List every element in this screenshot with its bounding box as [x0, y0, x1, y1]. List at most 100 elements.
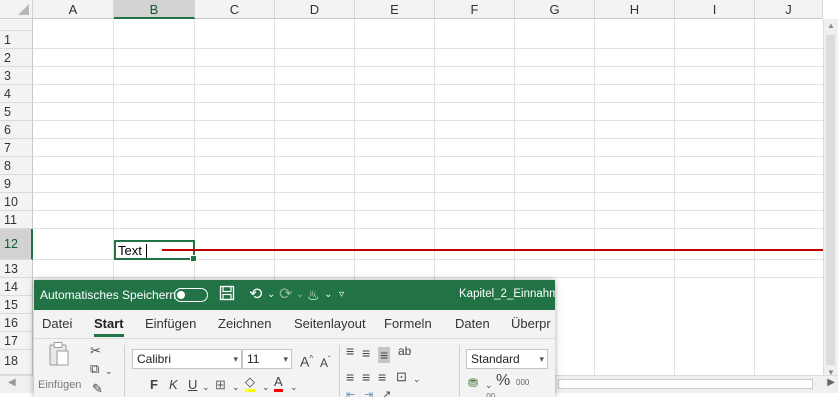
row-header-5[interactable]: 5: [0, 103, 33, 121]
increase-indent-icon[interactable]: ⇥: [364, 387, 373, 397]
save-icon[interactable]: [219, 285, 235, 307]
merge-dropdown-icon[interactable]: ⌄: [413, 371, 421, 387]
grow-font-button[interactable]: A^: [300, 351, 313, 370]
scroll-right-icon[interactable]: ▶: [827, 377, 835, 388]
align-bottom-icon[interactable]: ≡: [378, 347, 391, 363]
group-separator: [339, 345, 340, 397]
column-header-f[interactable]: F: [435, 0, 515, 19]
horizontal-scrollbar[interactable]: ▶: [555, 375, 838, 393]
font-color-dropdown-icon[interactable]: ⌄: [290, 379, 298, 395]
cut-icon[interactable]: ✂: [90, 343, 101, 359]
gridline: [33, 192, 823, 193]
row-header-12[interactable]: 12: [0, 229, 33, 260]
tab-start[interactable]: Start: [94, 316, 124, 337]
row-header-17[interactable]: 17: [0, 332, 33, 350]
fill-color-dropdown-icon[interactable]: ⌄: [262, 379, 270, 395]
tab-datei[interactable]: Datei: [42, 316, 72, 331]
border-dropdown-icon[interactable]: ⌄: [232, 379, 240, 395]
row-header-8[interactable]: 8: [0, 157, 33, 175]
column-header-h[interactable]: H: [595, 0, 675, 19]
font-color-icon[interactable]: A: [274, 374, 283, 392]
chevron-down-icon: ▾: [539, 354, 544, 364]
underline-button[interactable]: U: [188, 377, 197, 393]
row-header-15[interactable]: 15: [0, 296, 33, 314]
tab-zeichnen[interactable]: Zeichnen: [218, 316, 271, 331]
title-bar: Automatisches Speichern ⟲ ⌄ ⟳ ⌄ ♨ ⌄ ▿ Ka…: [34, 280, 555, 310]
wrap-orientation-icon[interactable]: ↗: [382, 387, 391, 397]
row-header-7[interactable]: 7: [0, 139, 33, 157]
column-header-b[interactable]: B: [114, 0, 195, 19]
text-orientation-icon[interactable]: ab: [398, 343, 411, 359]
fill-color-icon[interactable]: ◇: [245, 375, 255, 392]
align-top-icon[interactable]: ≡: [346, 343, 354, 359]
tab-einfuegen[interactable]: Einfügen: [145, 316, 196, 331]
copy-dropdown-icon[interactable]: ⌄: [105, 363, 113, 379]
text-cursor: [146, 244, 147, 258]
font-size-value: 11: [247, 352, 260, 366]
scroll-up-icon[interactable]: ▲: [827, 21, 835, 30]
shrink-font-button[interactable]: Aˇ: [320, 352, 331, 371]
decrease-decimal-button[interactable]: ,00: [484, 389, 495, 397]
column-header-a[interactable]: A: [33, 0, 114, 19]
row-header-6[interactable]: 6: [0, 121, 33, 139]
italic-button[interactable]: K: [169, 377, 178, 393]
row-header-13[interactable]: 13: [0, 260, 33, 278]
font-size-select[interactable]: 11 ▾: [242, 349, 292, 369]
accounting-format-icon[interactable]: ⛃: [468, 375, 478, 391]
column-header-d[interactable]: D: [275, 0, 355, 19]
row-header-18[interactable]: 18: [0, 350, 33, 375]
vertical-scrollbar[interactable]: ▲ ▼: [823, 19, 838, 379]
row-header-11[interactable]: 11: [0, 211, 33, 229]
font-name-select[interactable]: Calibri ▾: [132, 349, 242, 369]
align-center-icon[interactable]: ≡: [362, 369, 370, 385]
redo-icon: ⟳: [279, 286, 293, 303]
gridline: [33, 138, 823, 139]
align-left-icon[interactable]: ≡: [346, 369, 354, 385]
fill-handle[interactable]: [190, 255, 197, 262]
merge-center-icon[interactable]: ⊡: [396, 369, 407, 385]
undo-dropdown-icon[interactable]: ⌄: [267, 287, 275, 303]
row-header-1[interactable]: 1: [0, 31, 33, 49]
paste-icon[interactable]: [48, 341, 70, 371]
format-painter-quick-icon[interactable]: ♨: [307, 285, 320, 305]
bold-button[interactable]: F: [150, 377, 158, 393]
percent-button[interactable]: %: [496, 373, 510, 389]
row-header-16[interactable]: 16: [0, 314, 33, 332]
align-middle-icon[interactable]: ≡: [362, 345, 370, 361]
row-header-14[interactable]: 14: [0, 278, 33, 296]
quick-dropdown-icon[interactable]: ⌄: [324, 287, 332, 303]
row-header-4[interactable]: 4: [0, 85, 33, 103]
customize-toolbar-icon[interactable]: ▿: [339, 287, 344, 303]
border-icon[interactable]: ⊞: [215, 377, 226, 393]
row-header-2[interactable]: 2: [0, 49, 33, 67]
paste-label[interactable]: Einfügen: [38, 377, 81, 393]
scroll-left-icon[interactable]: ◀: [8, 377, 16, 388]
thousands-separator-button[interactable]: 000: [516, 375, 529, 391]
underline-dropdown-icon[interactable]: ⌄: [202, 379, 210, 395]
vertical-scroll-thumb[interactable]: [826, 35, 835, 365]
number-format-select[interactable]: Standard ▾: [466, 349, 548, 369]
align-right-icon[interactable]: ≡: [378, 369, 386, 385]
column-header-j[interactable]: J: [755, 0, 823, 19]
column-header-c[interactable]: C: [195, 0, 275, 19]
undo-icon[interactable]: ⟲: [249, 285, 262, 305]
column-header-e[interactable]: E: [355, 0, 435, 19]
row-header-3[interactable]: 3: [0, 67, 33, 85]
gridline: [33, 84, 823, 85]
autosave-toggle[interactable]: [174, 288, 208, 302]
row-header-10[interactable]: 10: [0, 193, 33, 211]
tab-seitenlayout[interactable]: Seitenlayout: [294, 316, 366, 331]
tab-ueberpruefen[interactable]: Überpr: [511, 316, 551, 331]
tab-daten[interactable]: Daten: [455, 316, 490, 331]
select-all-button[interactable]: [0, 0, 33, 19]
row-header-9[interactable]: 9: [0, 175, 33, 193]
decrease-indent-icon[interactable]: ⇤: [346, 387, 355, 397]
column-header-i[interactable]: I: [675, 0, 755, 19]
increase-decimal-icon[interactable]: ⇐: [468, 391, 476, 397]
sheet-nav-left[interactable]: ◀: [0, 375, 34, 393]
tab-formeln[interactable]: Formeln: [384, 316, 432, 331]
column-header-g[interactable]: G: [515, 0, 595, 19]
copy-icon[interactable]: ⧉: [90, 361, 99, 377]
horizontal-scroll-thumb[interactable]: [558, 379, 813, 389]
format-painter-icon[interactable]: ✎: [92, 381, 103, 397]
